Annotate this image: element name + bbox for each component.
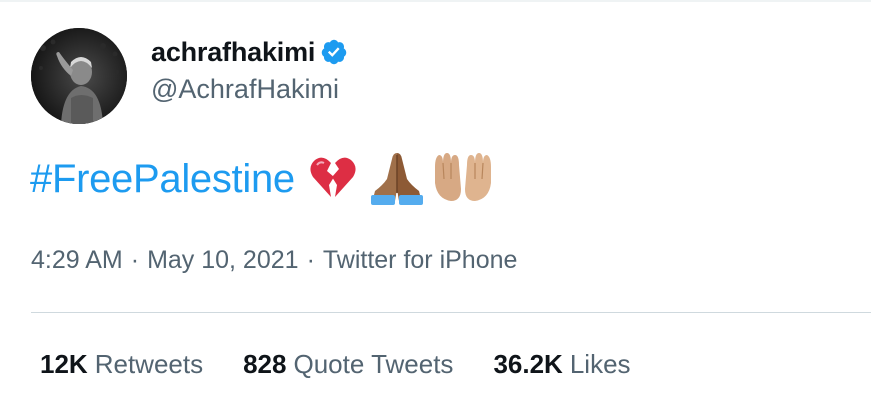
retweets-label: Retweets [94, 349, 204, 379]
tweet-source[interactable]: Twitter for iPhone [323, 246, 518, 275]
top-border [0, 0, 871, 2]
likes-count: 36.2K [493, 349, 563, 379]
user-handle[interactable]: @AchrafHakimi [151, 74, 348, 105]
author-block: achrafhakimi @AchrafHakimi [151, 36, 348, 105]
folded-hands-medium-dark-icon [367, 149, 427, 210]
profile-photo-icon [31, 28, 127, 124]
hashtag-link[interactable]: #FreePalestine [30, 157, 295, 202]
likes-label: Likes [569, 349, 631, 379]
meta-separator: · [306, 246, 315, 274]
quote-tweets-label: Quote Tweets [293, 349, 454, 379]
broken-heart-icon [309, 155, 357, 204]
tweet-card: achrafhakimi @AchrafHakimi #FreePalestin… [0, 0, 871, 417]
engagement-stats: 12K Retweets 828 Quote Tweets 36.2K Like… [40, 349, 671, 380]
retweets-count: 12K [40, 349, 88, 379]
display-name[interactable]: achrafhakimi [151, 37, 315, 68]
palms-up-together-medium-light-icon [431, 149, 495, 210]
avatar[interactable] [31, 28, 127, 124]
name-row: achrafhakimi [151, 36, 348, 68]
tweet-time[interactable]: 4:29 AM [31, 246, 123, 275]
likes-stat[interactable]: 36.2K Likes [493, 349, 630, 380]
tweet-text: #FreePalestine [30, 151, 495, 207]
quote-tweets-count: 828 [243, 349, 287, 379]
divider [31, 312, 871, 313]
quote-tweets-stat[interactable]: 828 Quote Tweets [243, 349, 453, 380]
verified-badge-icon [320, 38, 348, 66]
retweets-stat[interactable]: 12K Retweets [40, 349, 203, 380]
meta-separator: · [130, 246, 140, 274]
tweet-date[interactable]: May 10, 2021 [147, 246, 299, 275]
tweet-meta: 4:29 AM · May 10, 2021 · Twitter for iPh… [31, 246, 517, 275]
